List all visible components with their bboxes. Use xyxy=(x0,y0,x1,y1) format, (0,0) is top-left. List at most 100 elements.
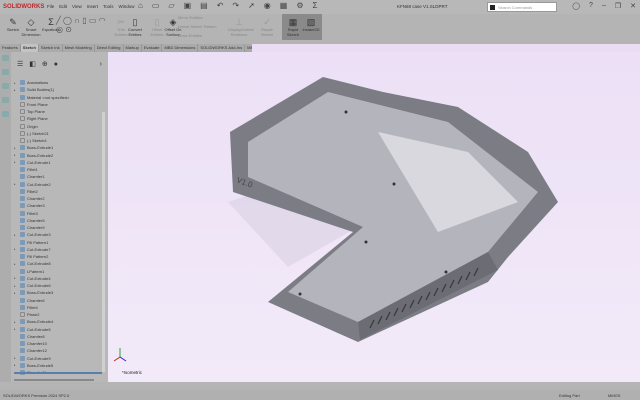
tree-item[interactable]: Top Plane xyxy=(14,108,104,115)
tree-item[interactable]: Chamfer6 xyxy=(14,297,104,304)
tree-item[interactable]: Origin xyxy=(14,123,104,130)
tree-item[interactable]: ▸ Cut-Extrude5 xyxy=(14,326,104,333)
rebuild-icon[interactable]: ◉ xyxy=(264,1,271,10)
file-properties-icon[interactable]: ▦ xyxy=(280,1,288,10)
tree-item[interactable]: ▸ Cut-Extrude9 xyxy=(14,355,104,362)
tree-item[interactable]: ▸ Cut-Extrude3 xyxy=(14,231,104,238)
tree-item[interactable]: Front Plane xyxy=(14,101,104,108)
tool-linear-sketch-pattern[interactable]: Linear Sketch Pattern xyxy=(178,24,226,30)
tool-display-delete-relations[interactable]: ⊥ Display/Delete Relations xyxy=(228,17,254,37)
tree-item[interactable]: (-) Sketch4 xyxy=(14,137,104,144)
tree-item[interactable]: Right Plane xyxy=(14,115,104,122)
tree-item[interactable]: ▸ Boss-Extrude5 xyxy=(14,362,104,369)
tab-sketch[interactable]: Sketch xyxy=(20,44,39,52)
tab-evaluate[interactable]: Evaluate xyxy=(142,44,163,52)
help-icon[interactable]: ? xyxy=(589,2,593,10)
tool-mirror-entities[interactable]: Mirror Entities xyxy=(178,15,226,21)
target-icon[interactable]: ⊕ xyxy=(42,60,48,68)
search-commands-input[interactable]: Search Commands xyxy=(487,2,557,12)
tree-item[interactable]: ▸ Cut-Extrude1 xyxy=(14,159,104,166)
config-manager-tab-icon[interactable] xyxy=(2,83,9,89)
tree-item[interactable]: ▸ Solid Bodies(1) xyxy=(14,86,104,93)
tab-solidworks-add-ins[interactable]: SOLIDWORKS Add-Ins xyxy=(198,44,246,52)
menu-item-insert[interactable]: Insert xyxy=(87,4,98,9)
tree-item[interactable]: Plane2 xyxy=(14,311,104,318)
open-icon[interactable]: ▱ xyxy=(168,1,174,10)
print-icon[interactable]: ▤ xyxy=(200,1,208,10)
tree-item[interactable]: Chamfer2 xyxy=(14,195,104,202)
tree-item[interactable]: Fill Pattern2 xyxy=(14,253,104,260)
tree-item[interactable]: Chamfer5 xyxy=(14,217,104,224)
tree-item[interactable]: Chamfer8 xyxy=(14,333,104,340)
tab-direct-editing[interactable]: Direct Editing xyxy=(95,44,124,52)
rollback-bar[interactable] xyxy=(14,372,102,374)
redo-icon[interactable]: ↷ xyxy=(232,1,239,10)
tree-item[interactable]: Fillet3 xyxy=(14,210,104,217)
save-icon[interactable]: ▣ xyxy=(184,1,192,10)
feature-tree-icon[interactable]: ☰ xyxy=(17,60,23,68)
tree-item[interactable]: ▸ Boss-Extrude2 xyxy=(14,152,104,159)
tab-mbd-dimensions[interactable]: MBD Dimensions xyxy=(162,44,199,52)
tree-item-label: Right Plane xyxy=(27,116,48,122)
menu-item-view[interactable]: View xyxy=(72,4,82,9)
tree-item[interactable]: Fillet1 xyxy=(14,166,104,173)
tool-smart-dimension[interactable]: ◇ Smart Dimension xyxy=(20,17,42,37)
tab-features[interactable]: Features xyxy=(0,44,21,52)
options-icon[interactable]: ⚙ xyxy=(296,1,303,10)
home-icon[interactable]: ⌂ xyxy=(138,1,143,10)
units-selector[interactable]: MMGS xyxy=(608,393,620,398)
undo-icon[interactable]: ↶ xyxy=(217,1,224,10)
tree-item[interactable]: Chamfer12 xyxy=(14,347,104,354)
graphics-area[interactable]: V1.0 *Isometric xyxy=(108,52,640,382)
tab-mesh-modeling[interactable]: Mesh Modeling xyxy=(63,44,95,52)
tree-item[interactable]: Chamfer1 xyxy=(14,173,104,180)
select-icon[interactable]: ➚ xyxy=(248,1,255,10)
tree-item[interactable]: ▸ Cut-Extrude2 xyxy=(14,181,104,188)
tree-item[interactable]: ▸ Cut-Extrude4 xyxy=(14,275,104,282)
tree-item[interactable]: ▸ Boss-Extrude4 xyxy=(14,318,104,325)
tree-item[interactable]: Fillet2 xyxy=(14,188,104,195)
tree-item[interactable]: Fillet4 xyxy=(14,304,104,311)
tab-markup[interactable]: Markup xyxy=(124,44,142,52)
tab-sketch-ink[interactable]: Sketch Ink xyxy=(39,44,63,52)
tree-item[interactable]: Chamfer10 xyxy=(14,340,104,347)
appearance-icon[interactable]: ● xyxy=(54,61,58,68)
tree-item[interactable]: (-) Sketch21 xyxy=(14,130,104,137)
tree-item[interactable]: Fill Pattern1 xyxy=(14,239,104,246)
property-manager-tab-icon[interactable] xyxy=(2,69,9,75)
menu-item-tools[interactable]: Tools xyxy=(103,4,114,9)
tree-item[interactable]: ▸ Cut-Extrude6 xyxy=(14,282,104,289)
user-icon[interactable]: ◯ xyxy=(572,2,580,10)
horizontal-scrollbar[interactable] xyxy=(14,379,94,381)
close-button[interactable]: ✕ xyxy=(630,2,636,10)
tree-item[interactable]: Material <not specified> xyxy=(14,94,104,101)
tree-item[interactable]: ▸ Boss-Extrude1 xyxy=(14,144,104,151)
tool-move-entities[interactable]: Move Entities xyxy=(178,33,226,39)
tree-item[interactable]: ▸ Annotations xyxy=(14,79,104,86)
new-icon[interactable]: ▭ xyxy=(152,1,160,10)
tree-item[interactable]: LPattern1 xyxy=(14,268,104,275)
feature-manager-tab-icon[interactable] xyxy=(2,55,9,61)
feature-icon xyxy=(20,326,25,332)
menu-item-file[interactable]: File xyxy=(47,4,54,9)
tree-item[interactable]: ▸ Cut-Extrude8 xyxy=(14,260,104,267)
restore-button[interactable]: ❐ xyxy=(615,2,621,10)
menu-item-window[interactable]: Window xyxy=(119,4,135,9)
display-manager-tab-icon[interactable] xyxy=(2,111,9,117)
tree-item[interactable]: Chamfer9 xyxy=(14,224,104,231)
tool-repair-sketch[interactable]: ✓ Repair Sketch xyxy=(256,17,278,37)
tree-scrollbar[interactable] xyxy=(102,112,105,372)
sigma-icon[interactable]: Σ xyxy=(313,1,318,10)
dimxpert-tab-icon[interactable] xyxy=(2,97,9,103)
menu-item-edit[interactable]: Edit xyxy=(59,4,67,9)
tree-item[interactable]: ▸ Cut-Extrude7 xyxy=(14,246,104,253)
tree-item[interactable]: Chamfer3 xyxy=(14,202,104,209)
3d-model[interactable]: V1.0 xyxy=(108,52,640,382)
minimize-button[interactable]: – xyxy=(602,2,606,10)
tool-instant2d[interactable]: ▧ Instant2D xyxy=(300,14,322,40)
tree-item[interactable]: ▸ Boss-Extrude3 xyxy=(14,289,104,296)
tool-convert-entities[interactable]: ▯ Convert Entities xyxy=(124,17,146,37)
expand-arrow-icon[interactable]: › xyxy=(100,61,102,68)
property-icon[interactable]: ◧ xyxy=(29,60,36,68)
feature-icon xyxy=(20,123,25,129)
